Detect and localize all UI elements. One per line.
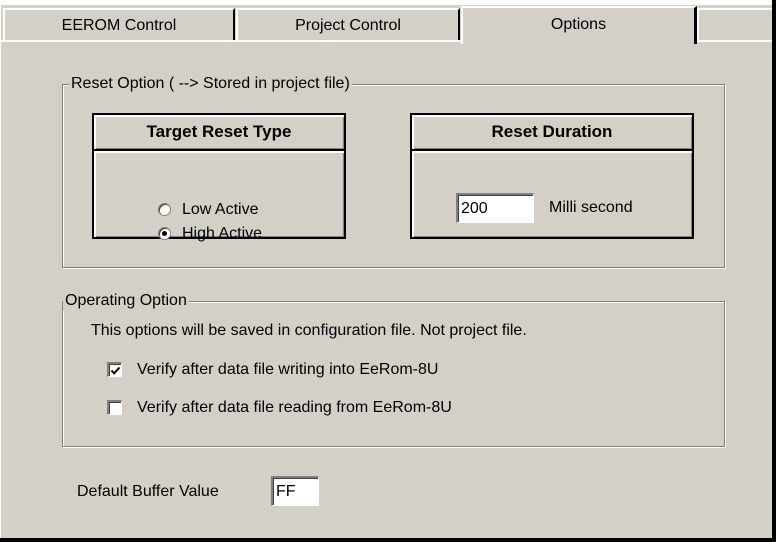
radio-button-icon[interactable] bbox=[158, 227, 171, 240]
reset-option-legend: Reset Option ( --> Stored in project fil… bbox=[69, 74, 352, 94]
reset-duration-body: Milli second bbox=[412, 151, 692, 237]
radio-button-icon[interactable] bbox=[158, 203, 171, 216]
tab-label: EEROM Control bbox=[61, 17, 177, 34]
reset-duration-input[interactable] bbox=[456, 193, 534, 223]
window-top-edge bbox=[0, 0, 776, 5]
tab-project-control[interactable]: Project Control bbox=[236, 8, 460, 40]
window-right-edge bbox=[772, 0, 776, 542]
operating-option-group: Operating Option This options will be sa… bbox=[62, 291, 725, 447]
reset-option-group: Reset Option ( --> Stored in project fil… bbox=[62, 74, 725, 268]
reset-duration-title: Reset Duration bbox=[412, 115, 692, 151]
default-buffer-label: Default Buffer Value bbox=[77, 483, 219, 500]
target-reset-type-panel: Target Reset Type Low Active High Active bbox=[92, 113, 346, 242]
reset-duration-panel: Reset Duration Milli second bbox=[410, 113, 694, 239]
operating-option-note: This options will be saved in configurat… bbox=[91, 322, 527, 339]
default-buffer-input[interactable] bbox=[271, 476, 319, 506]
check-label: Verify after data file reading from EeRo… bbox=[137, 399, 452, 416]
target-reset-type-title: Target Reset Type bbox=[94, 115, 344, 151]
tab-options[interactable]: Options bbox=[461, 6, 697, 44]
checkmark-icon bbox=[110, 366, 121, 375]
checkbox-icon[interactable] bbox=[107, 400, 122, 415]
radio-label: Low Active bbox=[182, 201, 259, 218]
tab-strip-filler bbox=[697, 8, 776, 40]
radio-selected-dot bbox=[162, 231, 167, 236]
radio-label: High Active bbox=[182, 225, 263, 242]
tab-label: Project Control bbox=[295, 17, 401, 34]
tab-label: Options bbox=[550, 16, 607, 33]
operating-option-legend: Operating Option bbox=[63, 291, 189, 311]
window-bottom-edge bbox=[0, 538, 776, 542]
reset-duration-unit: Milli second bbox=[549, 199, 633, 216]
window-left-edge bbox=[0, 5, 1, 542]
target-reset-type-body: Low Active High Active bbox=[94, 151, 344, 242]
checkbox-icon[interactable] bbox=[107, 362, 122, 377]
tab-eerom-control[interactable]: EEROM Control bbox=[3, 8, 235, 40]
check-label: Verify after data file writing into EeRo… bbox=[137, 361, 439, 378]
